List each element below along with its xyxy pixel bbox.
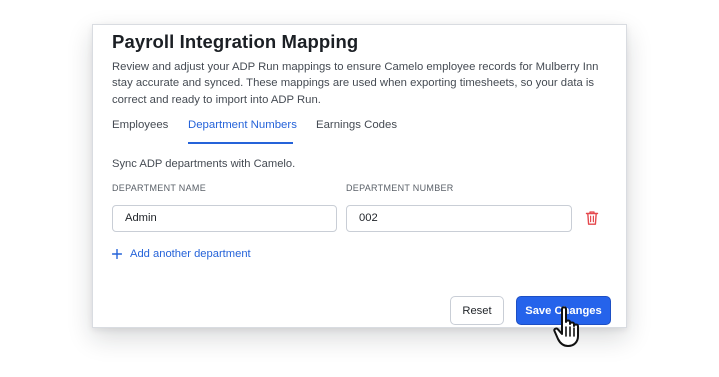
department-number-input[interactable]: 002 [346, 205, 572, 232]
tab-bar: Employees Department Numbers Earnings Co… [112, 117, 612, 145]
page-title: Payroll Integration Mapping [112, 31, 359, 52]
section-intro: Sync ADP departments with Camelo. [112, 158, 296, 170]
department-number-column-label: DEPARTMENT NUMBER [346, 183, 454, 193]
add-department-link[interactable]: Add another department [112, 245, 251, 263]
active-tab-indicator [188, 142, 293, 144]
department-name-column-label: DEPARTMENT NAME [112, 183, 207, 193]
reset-button[interactable]: Reset [450, 296, 504, 325]
tab-employees[interactable]: Employees [112, 119, 168, 131]
department-name-input[interactable]: Admin [112, 205, 337, 232]
trash-icon[interactable] [585, 210, 599, 226]
tab-department-numbers[interactable]: Department Numbers [188, 119, 297, 131]
tab-earnings-codes[interactable]: Earnings Codes [316, 119, 397, 131]
hand-pointer-cursor [553, 306, 579, 347]
payroll-mapping-card: Payroll Integration Mapping Review and a… [92, 24, 627, 328]
page-description: Review and adjust your ADP Run mappings … [112, 61, 599, 106]
plus-icon [112, 249, 122, 259]
add-department-label: Add another department [130, 248, 251, 260]
